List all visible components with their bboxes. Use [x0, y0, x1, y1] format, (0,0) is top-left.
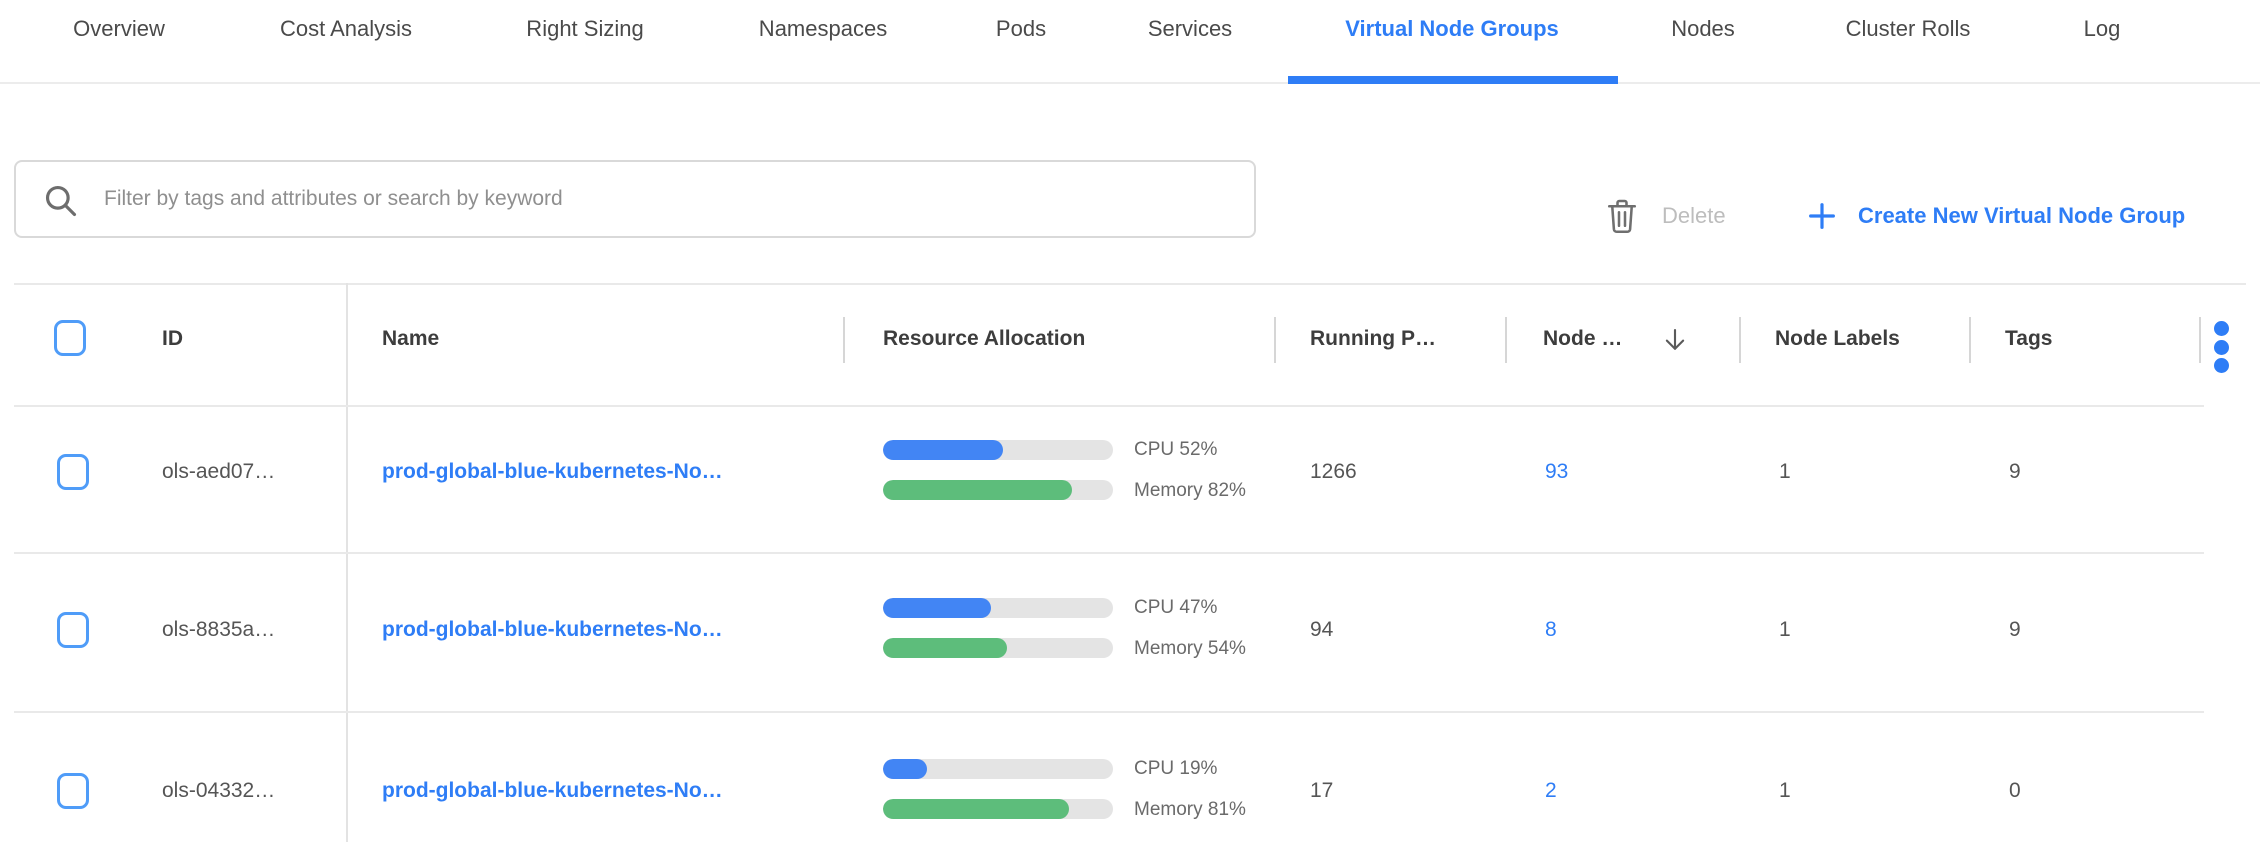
row-checkbox[interactable] [57, 773, 89, 809]
column-header-id[interactable]: ID [162, 327, 183, 351]
memory-usage-fill [883, 799, 1069, 819]
tab-bar: Overview Cost Analysis Right Sizing Name… [0, 0, 2260, 84]
column-divider [1505, 317, 1507, 363]
nodes-count-link[interactable]: 2 [1545, 779, 1557, 803]
row-checkbox[interactable] [57, 612, 89, 648]
tab-log[interactable]: Log [2084, 16, 2121, 42]
memory-usage-label: Memory 81% [1134, 799, 1246, 821]
cpu-usage-fill [883, 440, 1003, 460]
cpu-usage-label: CPU 52% [1134, 439, 1217, 461]
create-button-label: Create New Virtual Node Group [1858, 203, 2185, 229]
cpu-usage-bar [883, 598, 1113, 618]
dot [2214, 321, 2229, 336]
virtual-node-groups-page: Overview Cost Analysis Right Sizing Name… [0, 0, 2260, 842]
cpu-usage-label: CPU 19% [1134, 758, 1217, 780]
memory-usage-bar [883, 480, 1113, 500]
tab-bar-divider [0, 82, 2260, 84]
tab-pods[interactable]: Pods [996, 16, 1046, 42]
cpu-usage-fill [883, 759, 927, 779]
memory-usage-fill [883, 638, 1007, 658]
column-header-tags[interactable]: Tags [2005, 327, 2052, 351]
delete-button-label: Delete [1662, 203, 1726, 229]
tags-count: 9 [2009, 460, 2021, 484]
column-header-node-labels[interactable]: Node Labels [1775, 327, 1900, 351]
vng-name-link[interactable]: prod-global-blue-kubernetes-No… [382, 618, 723, 642]
cpu-usage-bar [883, 440, 1113, 460]
create-virtual-node-group-button[interactable]: Create New Virtual Node Group [1806, 186, 2185, 246]
search-icon [42, 182, 80, 220]
nodes-count-link[interactable]: 8 [1545, 618, 1557, 642]
select-all-checkbox[interactable] [54, 320, 86, 356]
vng-name-link[interactable]: prod-global-blue-kubernetes-No… [382, 460, 723, 484]
active-tab-underline [1288, 76, 1618, 84]
vng-id: ols-aed07… [162, 460, 275, 484]
header-separator [14, 405, 2204, 407]
memory-usage-label: Memory 54% [1134, 638, 1246, 660]
row-separator [14, 552, 2204, 554]
cpu-usage-label: CPU 47% [1134, 597, 1217, 619]
column-header-name[interactable]: Name [382, 327, 439, 351]
tab-namespaces[interactable]: Namespaces [759, 16, 887, 42]
column-header-resource-allocation[interactable]: Resource Allocation [883, 327, 1085, 351]
delete-button[interactable]: Delete [1604, 186, 1726, 246]
vng-id: ols-8835a… [162, 618, 275, 642]
running-pods-count: 94 [1310, 618, 1333, 642]
column-options-menu-icon[interactable] [2214, 321, 2230, 373]
nodes-count-link[interactable]: 93 [1545, 460, 1568, 484]
tab-cluster-rolls[interactable]: Cluster Rolls [1846, 16, 1971, 42]
dot [2214, 340, 2229, 355]
vng-name-link[interactable]: prod-global-blue-kubernetes-No… [382, 779, 723, 803]
trash-icon [1604, 196, 1640, 236]
memory-usage-fill [883, 480, 1072, 500]
tab-nodes[interactable]: Nodes [1671, 16, 1735, 42]
cpu-usage-fill [883, 598, 991, 618]
tab-virtual-node-groups[interactable]: Virtual Node Groups [1345, 16, 1559, 42]
column-divider [1739, 317, 1741, 363]
tab-services[interactable]: Services [1148, 16, 1232, 42]
row-checkbox[interactable] [57, 454, 89, 490]
column-header-nodes[interactable]: Node … [1543, 327, 1622, 351]
tags-count: 0 [2009, 779, 2021, 803]
column-divider [1969, 317, 1971, 363]
row-separator [14, 711, 2204, 713]
filter-input[interactable]: Filter by tags and attributes or search … [14, 160, 1256, 238]
column-divider [843, 317, 845, 363]
tags-count: 9 [2009, 618, 2021, 642]
memory-usage-bar [883, 799, 1113, 819]
node-labels-count: 1 [1779, 460, 1791, 484]
memory-usage-label: Memory 82% [1134, 480, 1246, 502]
running-pods-count: 1266 [1310, 460, 1357, 484]
dot [2214, 358, 2229, 373]
cpu-usage-bar [883, 759, 1113, 779]
column-header-running-pods[interactable]: Running P… [1310, 327, 1436, 351]
column-divider [1274, 317, 1276, 363]
tab-cost-analysis[interactable]: Cost Analysis [280, 16, 412, 42]
running-pods-count: 17 [1310, 779, 1333, 803]
plus-icon [1806, 200, 1838, 232]
node-labels-count: 1 [1779, 618, 1791, 642]
filter-placeholder: Filter by tags and attributes or search … [104, 187, 563, 211]
node-labels-count: 1 [1779, 779, 1791, 803]
vng-id: ols-04332… [162, 779, 275, 803]
memory-usage-bar [883, 638, 1113, 658]
id-column-divider [346, 283, 348, 842]
sort-descending-icon[interactable] [1660, 325, 1690, 355]
tab-overview[interactable]: Overview [73, 16, 165, 42]
column-divider [2199, 317, 2201, 363]
tab-right-sizing[interactable]: Right Sizing [526, 16, 643, 42]
table-top-border [14, 283, 2246, 285]
